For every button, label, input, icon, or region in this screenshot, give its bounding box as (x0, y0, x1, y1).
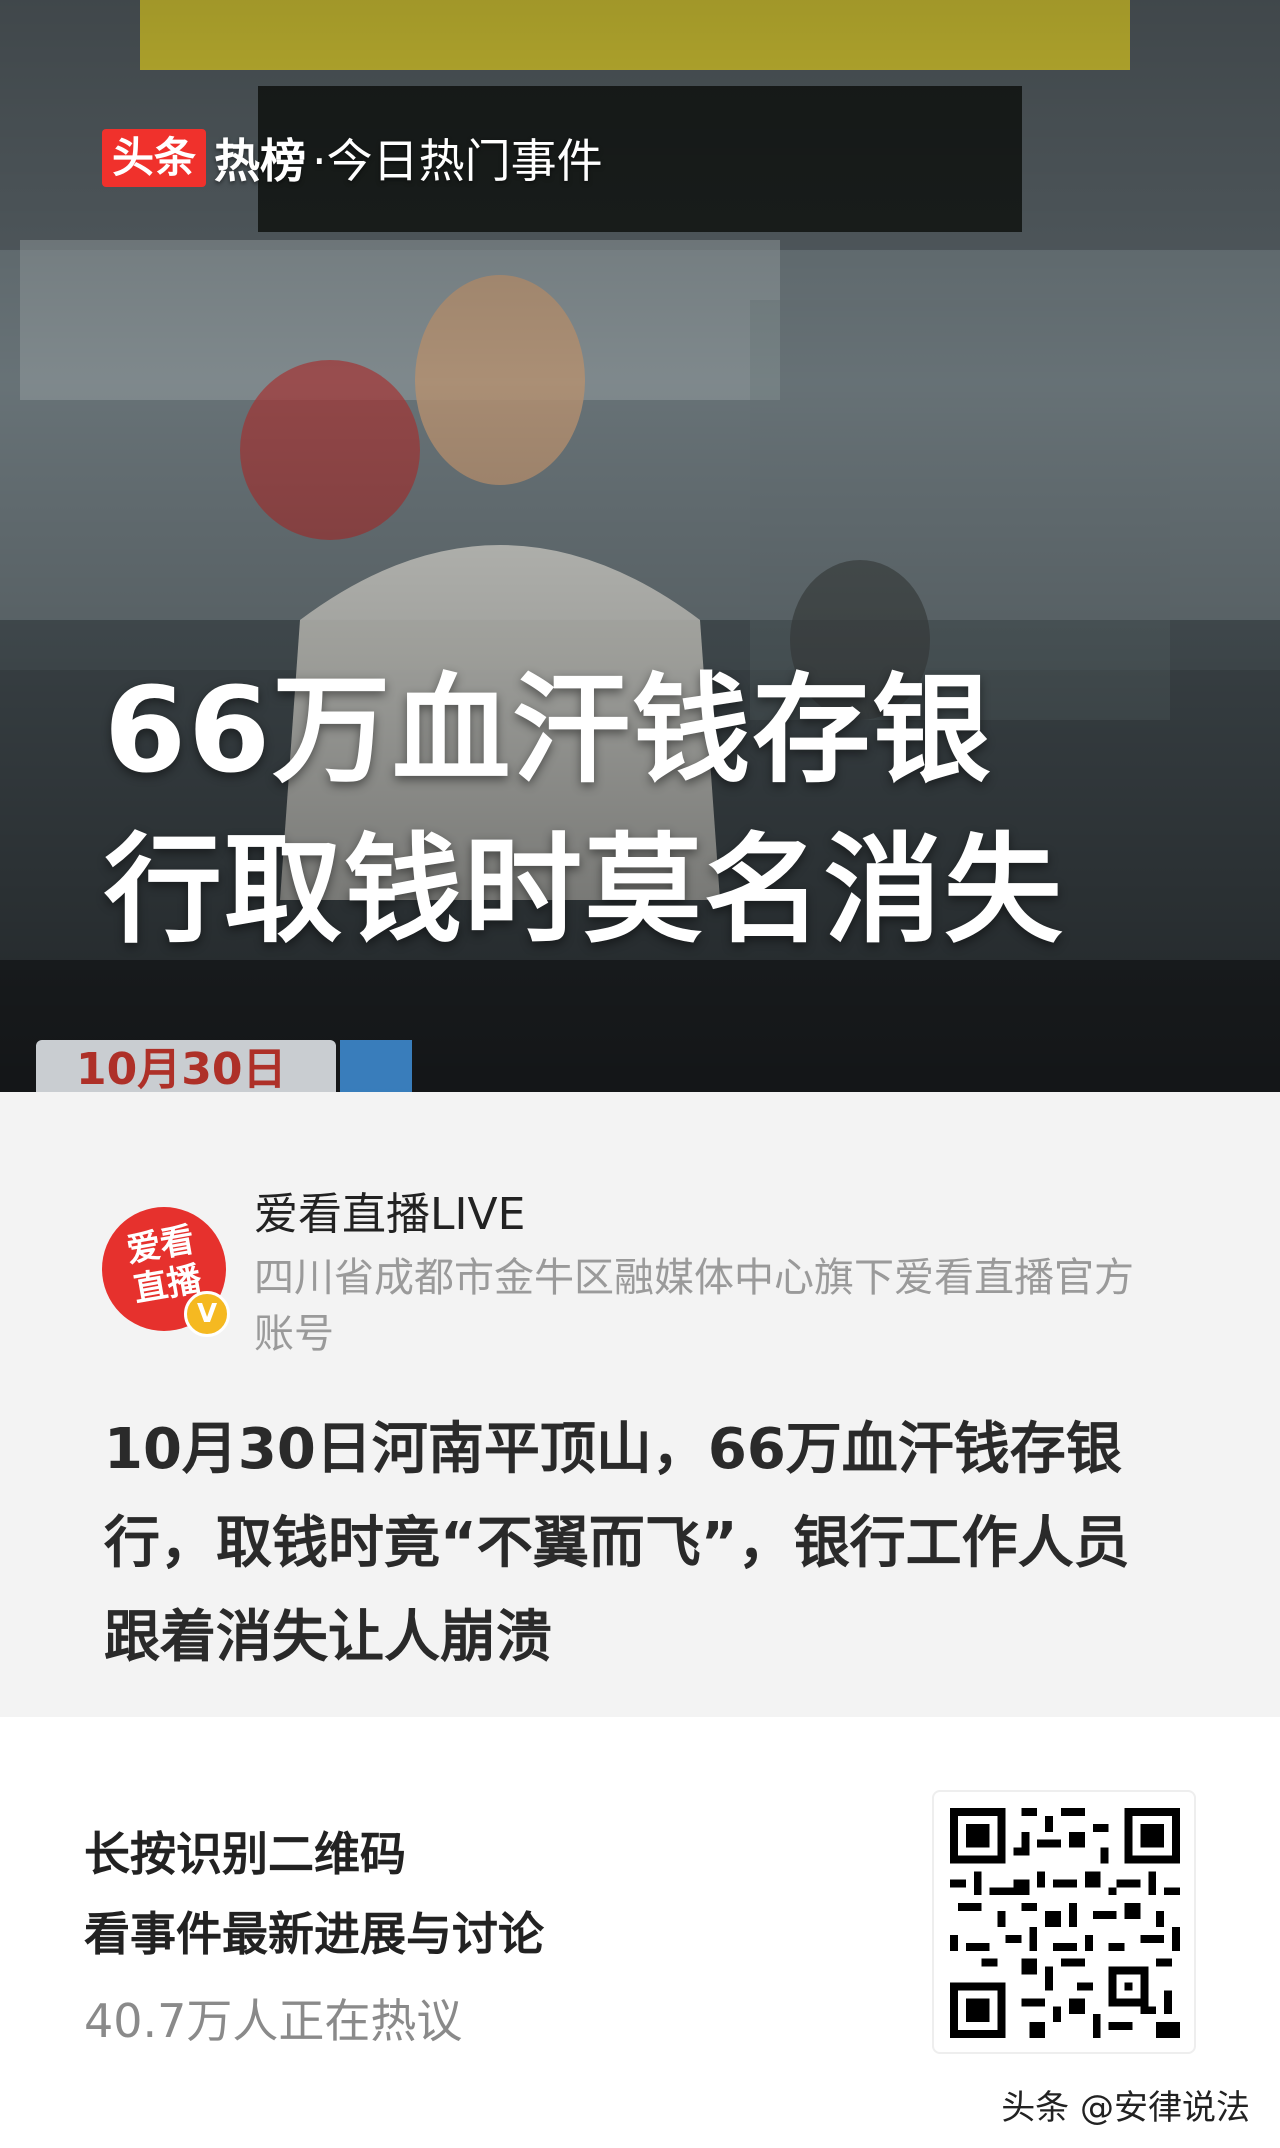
cta-see-progress: 看事件最新进展与讨论 (84, 1907, 544, 1961)
qr-code[interactable] (932, 1790, 1196, 2054)
avatar[interactable]: 爱看直播 V (102, 1207, 230, 1337)
heat-count: 40.7万人正在热议 (84, 1994, 463, 2048)
verified-badge-icon: V (184, 1291, 230, 1337)
brand-sub-label: ·今日热门事件 (312, 134, 603, 188)
news-summary[interactable]: 10月30日河南平顶山，66万血汗钱存银行，取钱时竟“不翼而飞”，银行工作人员跟… (104, 1403, 1184, 1685)
author-row[interactable]: 爱看直播 V 爱看直播LIVE 四川省成都市金牛区融媒体中心旗下爱看直播官方账号 (102, 1185, 1222, 1375)
date-tag: 10月30日 (36, 1040, 336, 1092)
cta-scan-qr: 长按识别二维码 (84, 1827, 406, 1881)
author-description: 四川省成都市金牛区融媒体中心旗下爱看直播官方账号 (254, 1255, 1134, 1357)
brand-hot-label: 热榜 (214, 134, 307, 188)
hot-list-header: 头条 热榜 ·今日热门事件 (102, 126, 603, 190)
watermark: 头条 @安律说法 (1001, 2088, 1250, 2128)
headline-line-2: 行取钱时莫名消失 (104, 821, 1065, 959)
hero-banner[interactable]: 头条 热榜 ·今日热门事件 66万血汗钱存银 行取钱时莫名消失 10月30日 (0, 0, 1280, 1092)
brand-badge: 头条 (102, 129, 207, 187)
headline-line-1: 66万血汗钱存银 (104, 661, 993, 799)
date-tag-accent (340, 1040, 412, 1092)
qr-code-icon (950, 1808, 1180, 2038)
author-name[interactable]: 爱看直播LIVE (254, 1185, 525, 1245)
headline[interactable]: 66万血汗钱存银 行取钱时莫名消失 (104, 650, 1204, 970)
